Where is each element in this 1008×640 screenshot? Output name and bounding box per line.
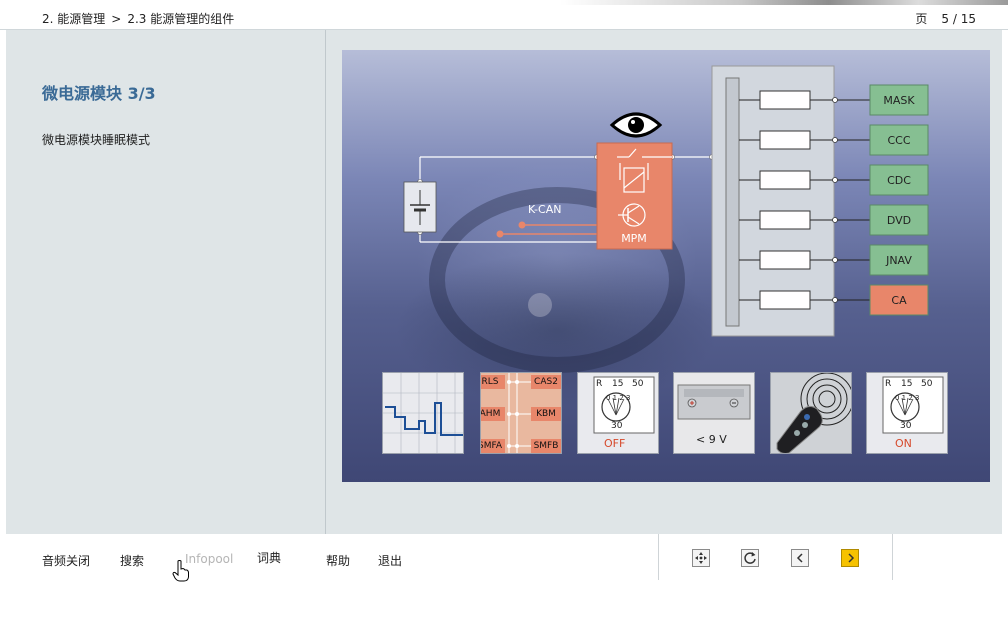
circuit-diagram: K-CAN MPM MASK CCC CDC DVD JNAV CA RLS C… (342, 50, 990, 482)
battery-icon (403, 181, 437, 233)
switch-state-off: OFF (604, 437, 626, 450)
next-icon (848, 553, 855, 563)
switch-on-50: 50 (921, 379, 933, 389)
switch-on-digits: 0 1 2 3 (895, 394, 920, 402)
kcan-label: K-CAN (528, 203, 561, 216)
hand-cursor-icon (172, 560, 190, 586)
audio-off-button[interactable]: 音频关闭 (42, 552, 90, 569)
thumb-ignition-off[interactable]: R 15 50 0 1 2 3 30 OFF (577, 372, 659, 454)
overview-button[interactable] (692, 549, 710, 567)
car-key-icon (776, 405, 823, 453)
module-label: CCC (887, 134, 910, 147)
page-label: 页 (915, 12, 928, 26)
relay-kbm: KBM (531, 407, 561, 421)
switch-off-50: 50 (632, 379, 644, 389)
help-button[interactable]: 帮助 (326, 552, 350, 569)
thumb-voltage-graph[interactable] (382, 372, 464, 454)
kcan-bus (496, 221, 597, 238)
thumb-car-key[interactable] (770, 372, 852, 454)
relay-ahm: AHM (481, 407, 505, 421)
footer-divider (658, 534, 659, 580)
prev-page-button[interactable] (791, 549, 809, 567)
module-label: JNAV (885, 254, 912, 267)
relay-wiring (508, 373, 533, 453)
page-number: 5 / 15 (941, 12, 976, 26)
switch-off-digits: 0 1 2 3 (606, 394, 631, 402)
header-banner-strip (560, 0, 1008, 5)
infopool-button[interactable]: Infopool (185, 552, 233, 566)
exit-button[interactable]: 退出 (378, 552, 402, 569)
switch-off-15: 15 (612, 379, 624, 389)
voltage-curve (385, 402, 463, 436)
module-label: DVD (887, 214, 911, 227)
steering-logo-shape (528, 293, 552, 317)
switch-state-on: ON (895, 437, 912, 450)
glossary-button[interactable]: 词典 (257, 549, 281, 566)
text-panel: 微电源模块 3/3 微电源模块睡眠模式 (6, 30, 326, 534)
switch-off-r: R (596, 379, 603, 389)
breadcrumb-section[interactable]: 2. 能源管理 (42, 12, 105, 26)
battery-voltage-label: < 9 V (696, 433, 727, 446)
switch-off-30: 30 (611, 421, 623, 431)
reload-button[interactable] (741, 549, 759, 567)
search-button[interactable]: 搜索 (120, 552, 144, 569)
relay-rls: RLS (481, 375, 505, 389)
page-title: 微电源模块 3/3 (42, 84, 156, 103)
reload-icon (744, 552, 756, 564)
relay-smfa: SMFA (481, 439, 505, 453)
eye-icon (609, 112, 663, 138)
page-subtitle: 微电源模块睡眠模式 (42, 133, 151, 147)
relay-cas2: CAS2 (531, 375, 561, 389)
switch-on-r: R (885, 379, 892, 389)
next-page-button[interactable] (841, 549, 859, 567)
page-indicator: 页 5 / 15 (915, 10, 976, 27)
relay-smfb: SMFB (531, 439, 561, 453)
overview-icon (695, 552, 707, 564)
module-label: MASK (883, 94, 915, 107)
content-area: 微电源模块 3/3 微电源模块睡眠模式 K-CAN MPM MASK CCC C… (6, 30, 1002, 534)
breadcrumb: 2. 能源管理 >2.3 能源管理的组件 (42, 10, 234, 27)
breadcrumb-page[interactable]: 2.3 能源管理的组件 (127, 12, 234, 26)
top-bar: 2. 能源管理 >2.3 能源管理的组件 页 5 / 15 (0, 0, 1008, 30)
mpm-module: MPM (596, 142, 673, 250)
thumb-battery-voltage[interactable]: < 9 V (673, 372, 755, 454)
breadcrumb-separator: > (111, 12, 122, 26)
module-label: CA (891, 294, 907, 307)
switch-on-15: 15 (901, 379, 913, 389)
thumb-ignition-on[interactable]: R 15 50 0 1 2 3 30 ON (866, 372, 948, 454)
footer-toolbar: 音频关闭 搜索 Infopool 词典 帮助 退出 (0, 534, 1008, 640)
thumb-relay-modules[interactable]: RLS CAS2 AHM KBM SMFA SMFB (480, 372, 562, 454)
prev-icon (796, 553, 803, 563)
switch-on-30: 30 (900, 421, 912, 431)
module-label: CDC (887, 174, 911, 187)
footer-divider (892, 534, 893, 580)
mpm-label: MPM (621, 232, 647, 245)
